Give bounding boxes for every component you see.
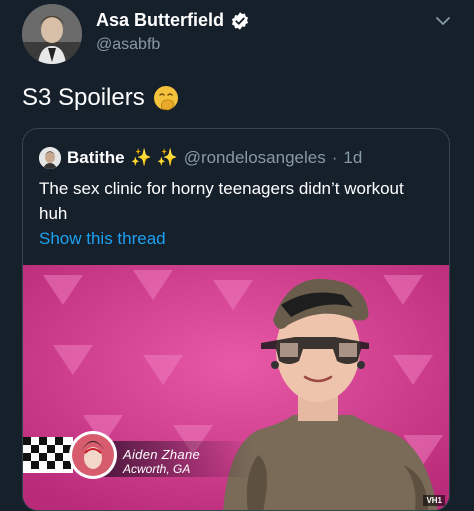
- quoted-author-avatar[interactable]: [39, 147, 61, 169]
- author-handle[interactable]: @asabfb: [96, 36, 160, 54]
- quoted-display-name[interactable]: Batithe: [67, 148, 125, 168]
- profile-photo-icon: [22, 4, 82, 64]
- verified-badge-icon: [231, 11, 249, 30]
- author-avatar[interactable]: [22, 4, 82, 64]
- quoted-tweet-header: Batithe ✨ ✨ @rondelosangeles · 1d: [39, 147, 362, 169]
- quoted-tweet-card[interactable]: Batithe ✨ ✨ @rondelosangeles · 1d The se…: [22, 128, 450, 511]
- sparkles-emoji: ✨ ✨: [130, 148, 178, 167]
- tweet-text-content: S3 Spoilers: [22, 84, 145, 111]
- quoted-tweet-media[interactable]: Aiden Zhane Acworth, GA VH1: [23, 265, 449, 510]
- author-display-name[interactable]: Asa Butterfield: [96, 10, 224, 31]
- profile-photo-icon: [39, 147, 61, 169]
- quoted-time[interactable]: 1d: [343, 148, 362, 168]
- media-caption-location: Acworth, GA: [123, 462, 191, 476]
- quoted-tweet-text: The sex clinic for horny teenagers didn’…: [39, 179, 404, 223]
- media-caption-name: Aiden Zhane: [123, 447, 201, 462]
- show-thread-link[interactable]: Show this thread: [39, 229, 166, 249]
- network-bug: VH1: [423, 495, 445, 506]
- quoted-handle[interactable]: @rondelosangeles: [184, 148, 326, 168]
- tweet-text: S3 Spoilers: [22, 84, 179, 112]
- chevron-down-icon[interactable]: [434, 12, 452, 30]
- author-name-row: Asa Butterfield: [96, 10, 250, 31]
- face-with-hand-over-mouth-emoji-icon: [153, 86, 178, 111]
- quoted-separator: ·: [331, 148, 338, 167]
- checkered-flag-icon: [23, 437, 73, 473]
